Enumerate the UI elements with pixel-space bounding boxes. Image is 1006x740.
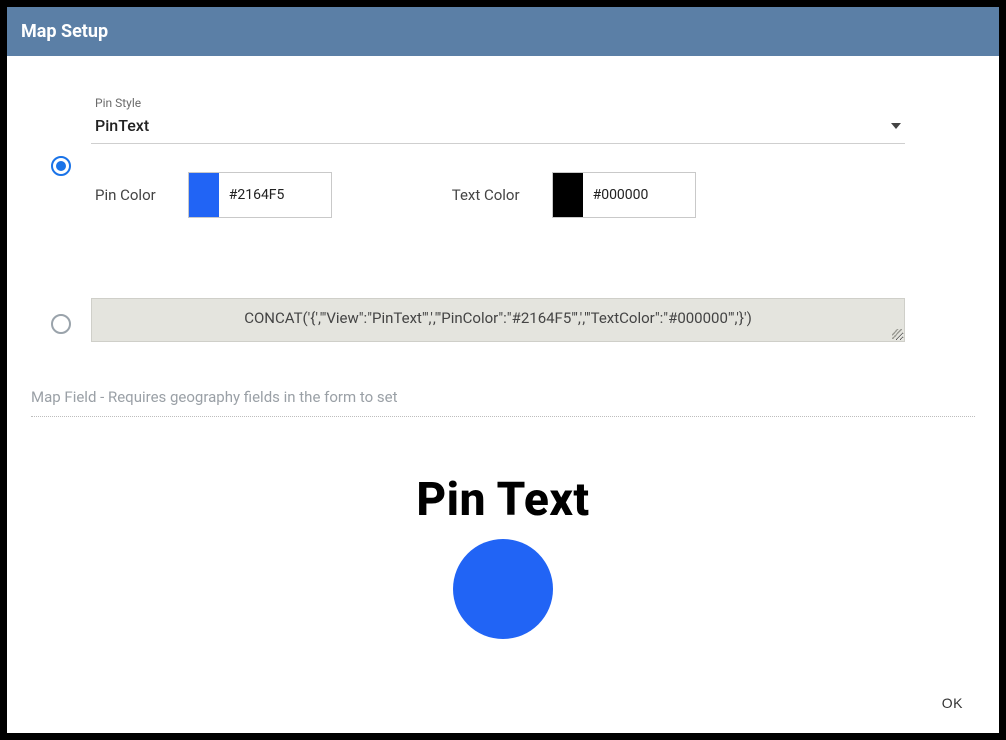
preview-title: Pin Text <box>416 473 589 527</box>
option-expression-radio[interactable] <box>51 314 71 334</box>
option-builder-radio[interactable] <box>51 156 71 176</box>
option-builder-content: Pin Style PinText Pin Color <box>91 96 975 258</box>
text-color-group: Text Color <box>452 172 696 218</box>
text-color-input[interactable] <box>552 172 696 218</box>
pin-color-swatch[interactable] <box>189 173 219 217</box>
map-field-note: Map Field - Requires geography fields in… <box>31 380 975 417</box>
option-expression-row: CONCAT('{',"'View":"PinText"',',"'PinCol… <box>7 298 999 342</box>
option-builder-row: Pin Style PinText Pin Color <box>7 96 999 258</box>
dialog-body: Pin Style PinText Pin Color <box>7 56 999 677</box>
text-color-swatch[interactable] <box>553 173 583 217</box>
chevron-down-icon <box>891 123 901 129</box>
preview-pin-circle <box>453 539 553 639</box>
pin-color-label: Pin Color <box>95 186 156 204</box>
pin-color-input[interactable] <box>188 172 332 218</box>
text-color-hex[interactable] <box>583 173 695 217</box>
pin-style-select[interactable]: PinText <box>91 110 905 144</box>
map-setup-dialog: Map Setup Pin Style PinText Pin Color <box>7 7 999 733</box>
pin-preview: Pin Text <box>7 473 999 677</box>
radio-col <box>31 96 91 176</box>
pin-color-group: Pin Color <box>95 172 332 218</box>
pin-style-value: PinText <box>95 116 149 135</box>
dialog-body-inner: Pin Style PinText Pin Color <box>7 56 999 677</box>
dialog-title: Map Setup <box>7 7 999 56</box>
ok-button[interactable]: OK <box>930 687 975 719</box>
text-color-label: Text Color <box>452 186 520 204</box>
pin-style-label: Pin Style <box>91 96 905 110</box>
radio-col-expr <box>31 306 91 334</box>
color-row: Pin Color Text Color <box>91 172 905 218</box>
dialog-footer: OK <box>7 677 999 733</box>
expression-textarea[interactable]: CONCAT('{',"'View":"PinText"',',"'PinCol… <box>91 298 905 342</box>
pin-color-hex[interactable] <box>219 173 331 217</box>
